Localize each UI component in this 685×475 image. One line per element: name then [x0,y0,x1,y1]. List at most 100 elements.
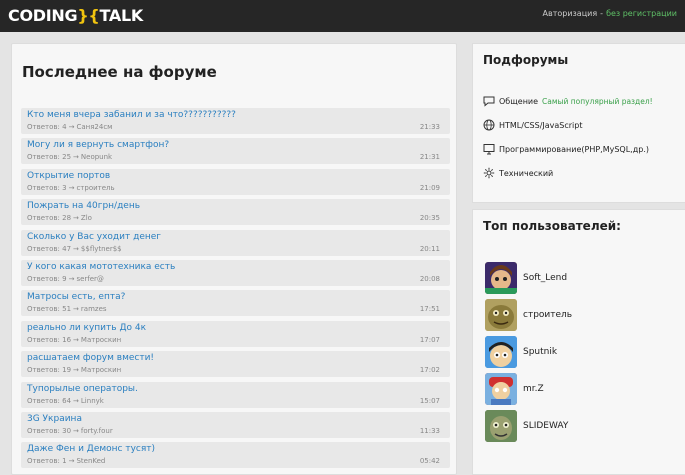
user-name: mr.Z [523,384,544,394]
topic-time: 21:09 [419,183,440,192]
subforum-label: Общение [499,96,539,106]
last-author[interactable]: serfer@ [76,275,103,283]
register-link[interactable]: без регистрации [606,9,677,18]
monitor-icon [483,144,495,155]
replies-label: Ответов: [27,426,60,435]
site-logo[interactable]: CODING}{TALK [8,6,143,26]
topic-list: Кто меня вчера забанил и за что?????????… [21,108,450,473]
logo-text-left: CODING [8,6,78,25]
replies-count: 19 [62,366,72,375]
replies-label: Ответов: [27,335,60,344]
globe-icon [483,119,495,131]
topic-meta: Ответов: 1 → StenKed [27,457,105,465]
replies-count: 3 [62,183,67,192]
arrow-right-icon: → [68,183,75,192]
top-users-panel: Топ пользователей: Soft_Lend строитель S… [472,209,685,475]
last-author[interactable]: ramzes [81,305,107,313]
arrow-right-icon: → [73,153,79,162]
last-author[interactable]: $$flytner$$ [81,245,122,253]
topic-title-link[interactable]: реально ли купить До 4к [27,323,146,333]
user-name: SLIDEWAY [523,421,569,431]
topic-title-link[interactable]: Открытие портов [27,171,110,181]
topic-time: 21:33 [419,123,440,131]
topic-title-link[interactable]: Кто меня вчера забанил и за что?????????… [27,110,236,120]
last-author[interactable]: Матроскин [81,336,121,344]
replies-count: 28 [62,214,72,223]
topic-title-link[interactable]: Даже Фен и Демонс тусят) [27,444,155,454]
subforum-item-technical[interactable]: Технический [483,166,553,180]
topic-time: 20:11 [419,244,440,253]
topic-time: 17:02 [419,366,440,375]
subforum-item-programming[interactable]: Программирование(PHP,MySQL,др.) [483,142,649,156]
subforum-item-html[interactable]: HTML/CSS/JavaScript [483,118,583,132]
topic-meta: Ответов: 64 → Linnyk [27,397,104,405]
topic-time: 17:51 [419,305,440,314]
subforums-title: Подфорумы [483,53,569,67]
topic-title-link[interactable]: Могу ли я вернуть смартфон? [27,140,169,150]
topic-title-link[interactable]: Матросы есть, епта? [27,292,125,302]
topic-title-link[interactable]: 3G Украина [27,414,82,424]
replies-label: Ответов: [27,274,60,283]
topic-meta: Ответов: 3 → строитель [27,184,115,192]
replies-label: Ответов: [27,457,60,466]
arrow-right-icon: → [68,274,75,283]
top-user-item[interactable]: Sputnik [485,335,557,369]
topic-title-link[interactable]: Тупорылые операторы. [27,384,138,394]
top-user-item[interactable]: строитель [485,298,572,332]
login-link[interactable]: Авторизация [543,9,598,18]
last-author[interactable]: строитель [76,184,114,192]
avatar [485,299,517,331]
top-user-item[interactable]: mr.Z [485,372,544,406]
subforum-label: Программирование(PHP,MySQL,др.) [499,144,649,154]
replies-label: Ответов: [27,396,60,405]
topic-row: Матросы есть, епта? Ответов: 51 → ramzes 17:… [21,290,450,317]
avatar [485,410,517,442]
arrow-right-icon: → [68,457,75,466]
auth-separator: - [600,9,604,18]
last-author[interactable]: Zlo [81,214,92,222]
arrow-right-icon: → [73,396,79,405]
subforum-desc: Самый популярный раздел! [542,96,653,106]
last-author[interactable]: Linnyk [81,397,104,405]
topic-title-link[interactable]: расшатаем форум вмести! [27,353,154,363]
last-author[interactable]: Матроскин [81,366,121,374]
topic-meta: Ответов: 28 → Zlo [27,214,92,222]
topic-meta: Ответов: 9 → serfer@ [27,275,104,283]
top-users-title: Топ пользователей: [483,219,621,233]
topic-row: Даже Фен и Демонс тусят) Ответов: 1 → StenK… [21,442,450,469]
topic-title-link[interactable]: У кого какая мототехника есть [27,262,175,272]
replies-count: 64 [62,396,72,405]
topic-title-link[interactable]: Сколько у Вас уходит денег [27,232,161,242]
subforum-label: Технический [499,168,554,178]
arrow-right-icon: → [73,335,79,344]
topic-row: Кто меня вчера забанил и за что?????????… [21,108,450,134]
topic-title-link[interactable]: Пожрать на 40грн/день [27,201,140,211]
user-name: Sputnik [523,347,558,357]
subforum-item-general[interactable]: Общение Самый популярный раздел! [483,94,653,108]
page-title: Последнее на форуме [22,63,217,81]
top-user-item[interactable]: Soft_Lend [485,261,567,295]
replies-count: 16 [62,335,72,344]
replies-count: 4 [62,123,67,131]
last-author[interactable]: forty.four [81,427,113,435]
arrow-right-icon: → [73,305,79,314]
topic-meta: Ответов: 47 → $$flytner$$ [27,245,122,253]
replies-count: 9 [62,274,67,283]
topic-row: 3G Украина Ответов: 30 → forty.four 11:33 [21,411,450,438]
last-author[interactable]: StenKed [76,457,105,465]
topic-time: 20:35 [419,214,440,223]
replies-label: Ответов: [27,244,60,253]
top-bar: CODING}{TALK Авторизация - без регистрации [0,0,685,32]
last-author[interactable]: Neopunk [81,153,112,161]
auth-links: Авторизация - без регистрации [543,9,677,18]
replies-label: Ответов: [27,305,60,314]
topic-meta: Ответов: 4 → Саня24см [27,123,112,131]
gear-icon [483,167,495,179]
replies-label: Ответов: [27,183,60,192]
arrow-right-icon: → [68,123,75,131]
speech-bubble-icon [483,96,495,107]
topic-time: 05:42 [419,457,440,466]
latest-topics-panel: Последнее на форуме Кто меня вчера забан… [11,43,457,475]
top-user-item[interactable]: SLIDEWAY [485,409,568,443]
last-author[interactable]: Саня24см [76,123,112,131]
